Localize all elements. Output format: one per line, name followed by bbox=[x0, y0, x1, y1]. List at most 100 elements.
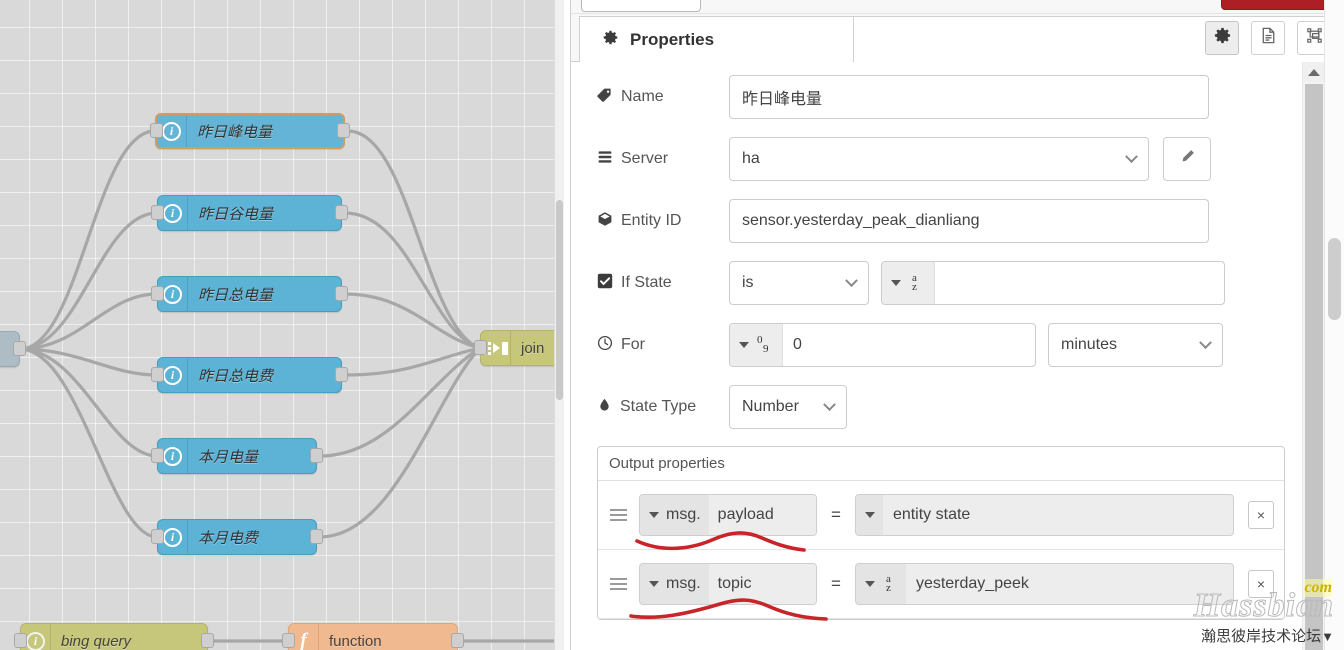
output-value-input[interactable]: az yesterday_peek bbox=[854, 563, 1234, 605]
if-state-label-text: If State bbox=[621, 274, 672, 291]
name-label-text: Name bbox=[621, 88, 664, 105]
server-select[interactable]: ha bbox=[729, 137, 1149, 181]
for-units-select[interactable]: minutes bbox=[1048, 323, 1223, 367]
field-row-if-state: If State is az bbox=[597, 261, 1297, 305]
output-key-value: topic bbox=[708, 564, 816, 604]
output-properties-title: Output properties bbox=[598, 447, 1284, 481]
node-input-port[interactable] bbox=[151, 286, 164, 301]
appearance-icon bbox=[1305, 26, 1324, 50]
output-key-prefix: msg. bbox=[666, 575, 701, 592]
az-string-icon: az bbox=[885, 573, 891, 594]
node-output-port[interactable] bbox=[201, 633, 214, 648]
node-input-port[interactable] bbox=[151, 529, 164, 544]
node-input-port[interactable] bbox=[474, 340, 487, 355]
node-output-port[interactable] bbox=[335, 286, 348, 301]
flow-node-benyue-dianliang[interactable]: i 本月电量 bbox=[151, 438, 323, 474]
flow-node-zuori-zong-dianliang[interactable]: i 昨日总电量 bbox=[151, 276, 348, 312]
field-row-for: For 09 0 minutes bbox=[597, 323, 1297, 367]
output-key-input[interactable]: msg. topic bbox=[639, 563, 817, 605]
delete-output-property-button[interactable]: × bbox=[1248, 501, 1274, 529]
canvas-scrollbar[interactable] bbox=[554, 0, 564, 650]
drag-handle-icon[interactable] bbox=[610, 509, 627, 521]
cancel-button[interactable] bbox=[581, 0, 701, 12]
entity-id-input[interactable]: sensor.yesterday_peak_dianliang bbox=[729, 199, 1209, 243]
server-select-value: ha bbox=[742, 150, 760, 167]
caret-up-icon bbox=[1308, 68, 1320, 76]
flow-node-zuori-gu-dianliang[interactable]: i 昨日谷电量 bbox=[151, 195, 348, 231]
dialog-scrollbar-thumb[interactable] bbox=[1305, 84, 1323, 650]
if-state-operator-select[interactable]: is bbox=[729, 261, 869, 305]
flow-node-benyue-dianfei[interactable]: i 本月电费 bbox=[151, 519, 323, 555]
description-tab-button[interactable] bbox=[1251, 21, 1285, 55]
flow-node-offscreen[interactable] bbox=[0, 331, 26, 367]
clock-icon bbox=[597, 335, 613, 356]
page-scrollbar[interactable] bbox=[1324, 0, 1344, 650]
edit-server-button[interactable] bbox=[1163, 137, 1211, 181]
output-key-type-selector[interactable]: msg. bbox=[640, 495, 709, 535]
state-type-label-text: State Type bbox=[620, 398, 697, 415]
node-label: 昨日峰电量 bbox=[197, 123, 273, 141]
entity-id-input-value: sensor.yesterday_peak_dianliang bbox=[742, 212, 980, 229]
caret-down-icon bbox=[864, 512, 875, 518]
node-output-port[interactable] bbox=[335, 205, 348, 220]
node-input-port[interactable] bbox=[14, 633, 27, 648]
dialog-toolbar bbox=[571, 0, 1344, 14]
properties-tab-button[interactable] bbox=[1205, 21, 1239, 55]
gear-icon bbox=[602, 29, 619, 51]
flow-node-bing-query[interactable]: i bing query bbox=[14, 623, 214, 650]
node-input-port[interactable] bbox=[282, 633, 295, 648]
flow-node-zuori-zong-dianfei[interactable]: i 昨日总电费 bbox=[151, 357, 348, 393]
page-scrollbar-thumb[interactable] bbox=[1328, 238, 1341, 320]
for-units-value: minutes bbox=[1061, 336, 1118, 353]
name-label: Name bbox=[597, 87, 729, 108]
node-output-port[interactable] bbox=[310, 529, 323, 544]
server-label: Server bbox=[597, 149, 729, 170]
field-row-name: Name 昨日峰电量 bbox=[597, 75, 1257, 119]
if-state-type-selector[interactable]: az bbox=[882, 262, 935, 304]
field-row-entity-id: Entity ID sensor.yesterday_peak_dianlian… bbox=[597, 199, 1297, 243]
output-key-value: payload bbox=[708, 495, 816, 535]
tab-properties[interactable]: Properties bbox=[579, 16, 854, 63]
state-type-select[interactable]: Number bbox=[729, 385, 847, 429]
node-output-port[interactable] bbox=[451, 633, 464, 648]
output-value-input[interactable]: entity state bbox=[854, 494, 1234, 536]
node-input-port[interactable] bbox=[151, 448, 164, 463]
name-input-value: 昨日峰电量 bbox=[742, 91, 823, 108]
node-output-port[interactable] bbox=[335, 367, 348, 382]
for-type-selector[interactable]: 09 bbox=[730, 324, 783, 366]
node-output-port[interactable] bbox=[337, 123, 350, 138]
cube-icon bbox=[597, 211, 613, 232]
output-value-type-selector[interactable]: az bbox=[855, 564, 906, 604]
document-icon bbox=[1259, 26, 1278, 50]
equals-sign: = bbox=[831, 505, 841, 524]
delete-output-property-button[interactable]: × bbox=[1248, 570, 1274, 598]
scroll-up-button[interactable] bbox=[1303, 62, 1325, 82]
flow-node-function[interactable]: f function bbox=[282, 623, 464, 650]
drag-handle-icon[interactable] bbox=[610, 578, 627, 590]
flow-node-join[interactable]: join bbox=[474, 330, 563, 366]
node-input-port[interactable] bbox=[150, 123, 163, 138]
node-output-port[interactable] bbox=[13, 341, 26, 356]
node-input-port[interactable] bbox=[151, 205, 164, 220]
output-property-row: msg. topic = az yesterday_peek × bbox=[598, 550, 1284, 621]
caret-down-icon bbox=[891, 280, 901, 286]
output-key-type-selector[interactable]: msg. bbox=[640, 564, 709, 604]
name-input[interactable]: 昨日峰电量 bbox=[729, 75, 1209, 119]
dialog-scrollbar[interactable] bbox=[1302, 62, 1325, 650]
output-key-input[interactable]: msg. payload bbox=[639, 494, 817, 536]
done-button[interactable] bbox=[1221, 0, 1341, 10]
for-value-input[interactable]: 09 0 bbox=[729, 323, 1036, 367]
node-input-port[interactable] bbox=[151, 367, 164, 382]
node-label: 本月电量 bbox=[198, 448, 259, 466]
if-state-value-input[interactable]: az bbox=[881, 261, 1225, 305]
output-value-type-selector[interactable] bbox=[855, 495, 883, 535]
flow-node-zuori-feng-dianliang[interactable]: i 昨日峰电量 bbox=[150, 113, 350, 149]
dialog-tabbar: Properties bbox=[571, 14, 1344, 63]
node-output-port[interactable] bbox=[310, 448, 323, 463]
output-value-text: entity state bbox=[892, 506, 971, 523]
canvas-scrollbar-thumb[interactable] bbox=[556, 200, 563, 400]
chevron-down-icon bbox=[1199, 335, 1212, 349]
checkbox-checked-icon[interactable] bbox=[597, 273, 613, 294]
flow-canvas[interactable]: i 昨日峰电量 i 昨日谷电量 i 昨日总电量 i 昨日总电费 i 本月电量 i… bbox=[0, 0, 563, 650]
num-icon: 09 bbox=[757, 334, 769, 355]
